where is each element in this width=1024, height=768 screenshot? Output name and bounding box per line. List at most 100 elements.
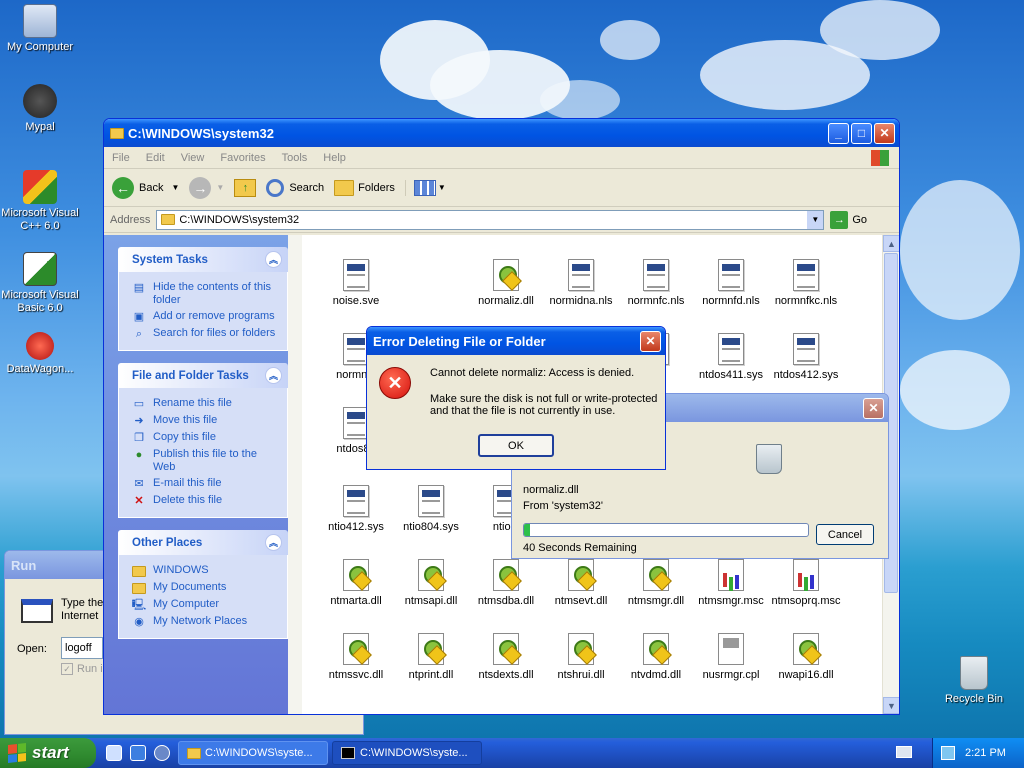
task-email-file[interactable]: ✉ E-mail this file <box>131 477 279 491</box>
file-item[interactable]: ntmarta.dll <box>317 559 395 607</box>
panel-body: WINDOWS My Documents 🖳 My Computer ◉ My Ne… <box>118 555 288 639</box>
panel-header[interactable]: Other Places ︽ <box>118 530 288 555</box>
place-windows[interactable]: WINDOWS <box>131 564 279 578</box>
file-item[interactable]: nusrmgr.cpl <box>692 633 770 681</box>
desktop-icon-visual-cpp[interactable]: Microsoft Visual C++ 6.0 <box>0 170 80 233</box>
desktop-icon-visual-basic[interactable]: Microsoft Visual Basic 6.0 <box>0 252 80 315</box>
close-button[interactable]: ✕ <box>640 330 661 352</box>
place-label: My Documents <box>153 581 227 593</box>
minimize-button[interactable]: _ <box>828 122 849 144</box>
task-hide-contents[interactable]: ▤ Hide the contents of this folder <box>131 281 279 307</box>
desktop-icon-label: DataWagon... <box>6 363 74 375</box>
error-titlebar[interactable]: Error Deleting File or Folder ✕ <box>367 327 665 355</box>
place-my-documents[interactable]: My Documents <box>131 581 279 595</box>
file-item[interactable]: normnfd.nls <box>692 259 770 307</box>
collapse-icon[interactable]: ︽ <box>265 367 282 384</box>
media-player-icon[interactable] <box>154 745 170 761</box>
network-icon[interactable] <box>941 746 955 760</box>
folders-button[interactable]: Folders <box>334 179 395 196</box>
task-add-remove-programs[interactable]: ▣ Add or remove programs <box>131 310 279 324</box>
file-item[interactable]: normnfc.nls <box>617 259 695 307</box>
clock[interactable]: 2:21 PM <box>965 747 1006 759</box>
file-item[interactable]: ntdos412.sys <box>767 333 845 381</box>
task-delete-file[interactable]: ✕ Delete this file <box>131 494 279 508</box>
menu-favorites[interactable]: Favorites <box>220 152 265 164</box>
panel-title: File and Folder Tasks <box>132 369 249 382</box>
close-button[interactable]: ✕ <box>874 122 895 144</box>
menu-help[interactable]: Help <box>323 152 346 164</box>
taskbar-item-explorer[interactable]: C:\WINDOWS\syste... <box>178 741 328 765</box>
file-item[interactable]: ntprint.dll <box>392 633 470 681</box>
copy-icon: ❐ <box>134 431 144 444</box>
ok-button[interactable]: OK <box>478 434 554 457</box>
file-name: ntmsmgr.msc <box>698 595 764 607</box>
file-name: nwapi16.dll <box>778 669 834 681</box>
file-item[interactable]: normnfkc.nls <box>767 259 845 307</box>
up-button[interactable]: ↑ <box>234 178 257 197</box>
panel-header[interactable]: File and Folder Tasks ︽ <box>118 363 288 388</box>
task-publish-web[interactable]: ● Publish this file to the Web <box>131 448 279 474</box>
address-input[interactable]: C:\WINDOWS\system32 ▼ <box>156 209 825 230</box>
file-item[interactable]: nwapi16.dll <box>767 633 845 681</box>
run-open-input[interactable]: logoff <box>61 637 103 659</box>
file-item[interactable]: ntshrui.dll <box>542 633 620 681</box>
file-item[interactable]: ntmsdba.dll <box>467 559 545 607</box>
file-item[interactable]: ntvdmd.dll <box>617 633 695 681</box>
scroll-down-button[interactable]: ▼ <box>883 697 899 714</box>
file-item[interactable]: ntmsmgr.dll <box>617 559 695 607</box>
maximize-button[interactable]: □ <box>851 122 872 144</box>
task-copy-file[interactable]: ❐ Copy this file <box>131 431 279 445</box>
task-pane-scrollbar[interactable] <box>288 235 302 714</box>
go-label: Go <box>852 213 868 226</box>
task-search-files[interactable]: ⌕ Search for files or folders <box>131 327 279 341</box>
internet-explorer-icon[interactable] <box>130 745 146 761</box>
menu-tools[interactable]: Tools <box>282 152 308 164</box>
start-button[interactable]: start <box>0 738 96 768</box>
menu-file[interactable]: File <box>112 152 130 164</box>
file-item[interactable]: normidna.nls <box>542 259 620 307</box>
explorer-titlebar[interactable]: C:\WINDOWS\system32 _ □ ✕ <box>104 119 899 147</box>
keyboard-icon[interactable] <box>896 746 912 758</box>
scroll-up-button[interactable]: ▲ <box>883 235 899 252</box>
place-my-network[interactable]: ◉ My Network Places <box>131 615 279 629</box>
file-item[interactable]: ntmsapi.dll <box>392 559 470 607</box>
run-open-label: Open: <box>17 643 47 655</box>
menu-edit[interactable]: Edit <box>146 152 165 164</box>
collapse-icon[interactable]: ︽ <box>265 251 282 268</box>
close-button[interactable]: ✕ <box>863 397 884 419</box>
file-item[interactable]: ntmsmgr.msc <box>692 559 770 607</box>
search-button[interactable]: Search <box>266 178 324 197</box>
task-move-file[interactable]: ➜ Move this file <box>131 414 279 428</box>
file-item[interactable]: ntsdexts.dll <box>467 633 545 681</box>
run-checkbox[interactable]: ✓ Run i <box>61 663 103 675</box>
desktop-icon-datawagon[interactable]: DataWagon... <box>0 332 80 376</box>
back-button[interactable]: ← Back ▼ <box>112 176 179 199</box>
file-item[interactable]: ntmsoprq.msc <box>767 559 845 607</box>
file-item[interactable]: noise.sve <box>317 259 395 307</box>
file-item[interactable]: ntio804.sys <box>392 485 470 533</box>
cancel-button[interactable]: Cancel <box>816 524 874 545</box>
file-item[interactable]: ntmsevt.dll <box>542 559 620 607</box>
menu-view[interactable]: View <box>181 152 205 164</box>
chevron-down-icon: ▼ <box>216 183 225 192</box>
desktop-icon-recycle-bin[interactable]: Recycle Bin <box>934 656 1014 706</box>
forward-button[interactable]: → ▼ <box>189 176 225 199</box>
file-item[interactable]: ntmssvc.dll <box>317 633 395 681</box>
show-desktop-icon[interactable] <box>106 745 122 761</box>
desktop-icon-my-computer[interactable]: My Computer <box>0 4 80 54</box>
file-item[interactable]: ntdos411.sys <box>692 333 770 381</box>
error-title: Error Deleting File or Folder <box>373 333 546 349</box>
dll-file-icon <box>343 633 369 665</box>
taskbar-item-cmd[interactable]: C:\WINDOWS\syste... <box>332 741 482 765</box>
go-button[interactable]: → Go <box>830 210 868 229</box>
place-my-computer[interactable]: 🖳 My Computer <box>131 598 279 612</box>
file-item[interactable]: normaliz.dll <box>467 259 545 307</box>
desktop-icon-mypal[interactable]: Mypal <box>0 84 80 134</box>
views-button[interactable]: ▼ <box>404 179 446 196</box>
collapse-icon[interactable]: ︽ <box>265 534 282 551</box>
windows-flag-icon <box>8 743 26 763</box>
panel-header[interactable]: System Tasks ︽ <box>118 247 288 272</box>
address-dropdown-icon[interactable]: ▼ <box>807 210 824 229</box>
task-rename-file[interactable]: ▭ Rename this file <box>131 397 279 411</box>
file-item[interactable]: ntio412.sys <box>317 485 395 533</box>
